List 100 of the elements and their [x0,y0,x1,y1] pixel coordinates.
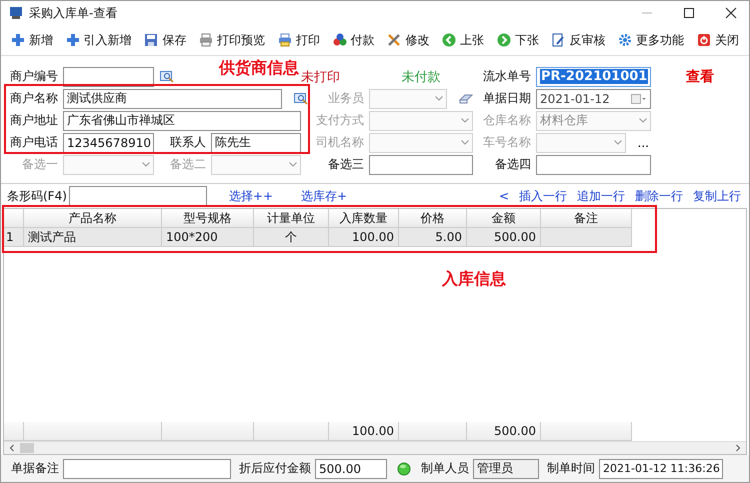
field-label: 流水单号 [483,68,532,85]
toolbar-button[interactable]: 打印 [274,30,324,50]
plus-icon [66,33,80,47]
input-field[interactable] [63,66,154,86]
field-label: 备选一 [22,156,59,173]
input-field[interactable]: 管理员 [473,458,539,478]
colored-balls-icon [332,33,347,47]
field-label: 商户名称 [10,90,59,107]
field-label: 业务员 [328,90,365,107]
scrollbar-thumb[interactable] [20,443,34,453]
document-pen-icon [551,33,566,47]
link[interactable]: 选择++ [228,188,274,204]
lookup-icon[interactable] [294,92,308,104]
scroll-left-icon[interactable] [8,444,16,452]
annotation-text: 入库信息 [442,269,506,290]
link[interactable]: 选库存+ [301,188,348,204]
input-field[interactable]: 2021-01-12 11:36:26 [599,458,723,478]
field-label: 商户电话 [10,134,59,151]
input-field[interactable]: PR-202101001 [536,66,651,86]
window-title: 采购入库单-查看 [29,4,118,22]
input-field[interactable] [536,154,651,174]
annotation-text: 供货商信息 [219,58,299,79]
maximize-icon[interactable] [683,7,695,19]
field-label: 备选四 [495,156,532,173]
toolbar-button[interactable]: 下张 [492,30,543,50]
field-label: 单据日期 [483,90,532,107]
field-label: 支付方式 [316,112,365,129]
total-cell: 500.00 [467,422,541,441]
row-header [4,422,24,441]
field-label: 仓库名称 [483,112,532,129]
collapse-toggle[interactable]: < [498,189,509,203]
chevron-down-icon [614,140,622,145]
toolbar-button[interactable]: 引入新增 [62,30,136,50]
tools-icon [387,33,402,47]
app-icon [9,6,23,20]
field-label: 车号名称 [483,134,532,151]
column-header[interactable]: 计量单位 [254,209,329,228]
power-icon [696,33,711,47]
total-cell: 100.00 [329,422,399,441]
close-icon[interactable] [725,7,737,19]
field-label: 制单人员 [421,460,469,477]
column-header[interactable]: 备注 [541,209,632,228]
input-field[interactable]: 广东省佛山市禅城区 [63,110,301,130]
row-number: 1 [4,228,24,247]
input-field[interactable]: 陈先生 [211,132,301,152]
input-field[interactable] [369,154,473,174]
toolbar-button[interactable]: 新增 [7,30,57,50]
column-header[interactable]: 价格 [399,209,467,228]
chevron-down-icon [461,118,469,123]
field-label: 折后应付金额 [239,460,311,477]
chevron-down-icon [289,162,297,167]
input-field[interactable]: 500.00 [315,458,387,478]
date-field[interactable]: 2021-01-12 [536,88,651,108]
column-header[interactable]: 产品名称 [24,209,162,228]
calendar-icon [631,94,647,104]
column-header[interactable]: 型号规格 [162,209,254,228]
view-mode-label: 查看 [686,68,714,86]
gear-icon [618,33,632,47]
link[interactable]: 复制上行 [693,188,741,204]
toolbar-button[interactable]: 关闭 [692,30,743,50]
plus-icon [11,33,25,47]
toolbar-button[interactable]: 修改 [383,30,434,50]
chevron-down-icon [639,118,647,123]
field-label: 商户编号 [10,68,59,85]
toolbar-button[interactable]: 付款 [328,30,379,50]
table-cell: 5.00 [399,228,467,247]
input-field[interactable] [63,458,231,478]
field-label: 商户地址 [10,112,59,129]
horizontal-scrollbar[interactable] [4,441,746,454]
chevron-down-icon [142,162,150,167]
table-cell: 100.00 [329,228,399,247]
left-arrow-circle-icon [442,33,456,47]
status-light-icon [397,462,411,476]
toolbar-button[interactable]: 上张 [438,30,488,50]
table-cell: 100*200 [162,228,254,247]
scroll-right-icon[interactable] [734,444,742,452]
field-label: 备选二 [170,156,207,173]
input-field[interactable]: 测试供应商 [63,88,282,108]
input-field[interactable]: 12345678910 [63,132,154,152]
eraser-icon[interactable] [459,94,473,104]
toolbar-button[interactable]: 保存 [140,30,190,50]
table-cell: 个 [254,228,329,247]
lookup-icon[interactable] [160,70,174,82]
link[interactable]: 追加一行 [577,188,625,204]
selected-text: PR-202101001 [540,69,648,84]
link[interactable]: 插入一行 [519,188,567,204]
toolbar-button[interactable]: 更多功能 [614,30,688,50]
field-label: 单据备注 [11,460,59,477]
print-status: 未打印 [301,68,341,86]
row-header [4,209,24,228]
field-label: 司机名称 [316,134,365,151]
barcode-input[interactable] [68,186,207,206]
column-header[interactable]: 入库数量 [329,209,399,228]
field-label: 制单时间 [547,460,595,477]
chevron-down-icon [435,96,443,101]
toolbar-button[interactable]: 反审核 [547,30,610,50]
link[interactable]: 删除一行 [635,188,683,204]
toolbar-button[interactable]: 打印预览 [195,30,270,50]
table-row[interactable]: 1 测试产品 100*200 个 100.00 5.00 500.00 [4,228,632,247]
column-header[interactable]: 金额 [467,209,541,228]
